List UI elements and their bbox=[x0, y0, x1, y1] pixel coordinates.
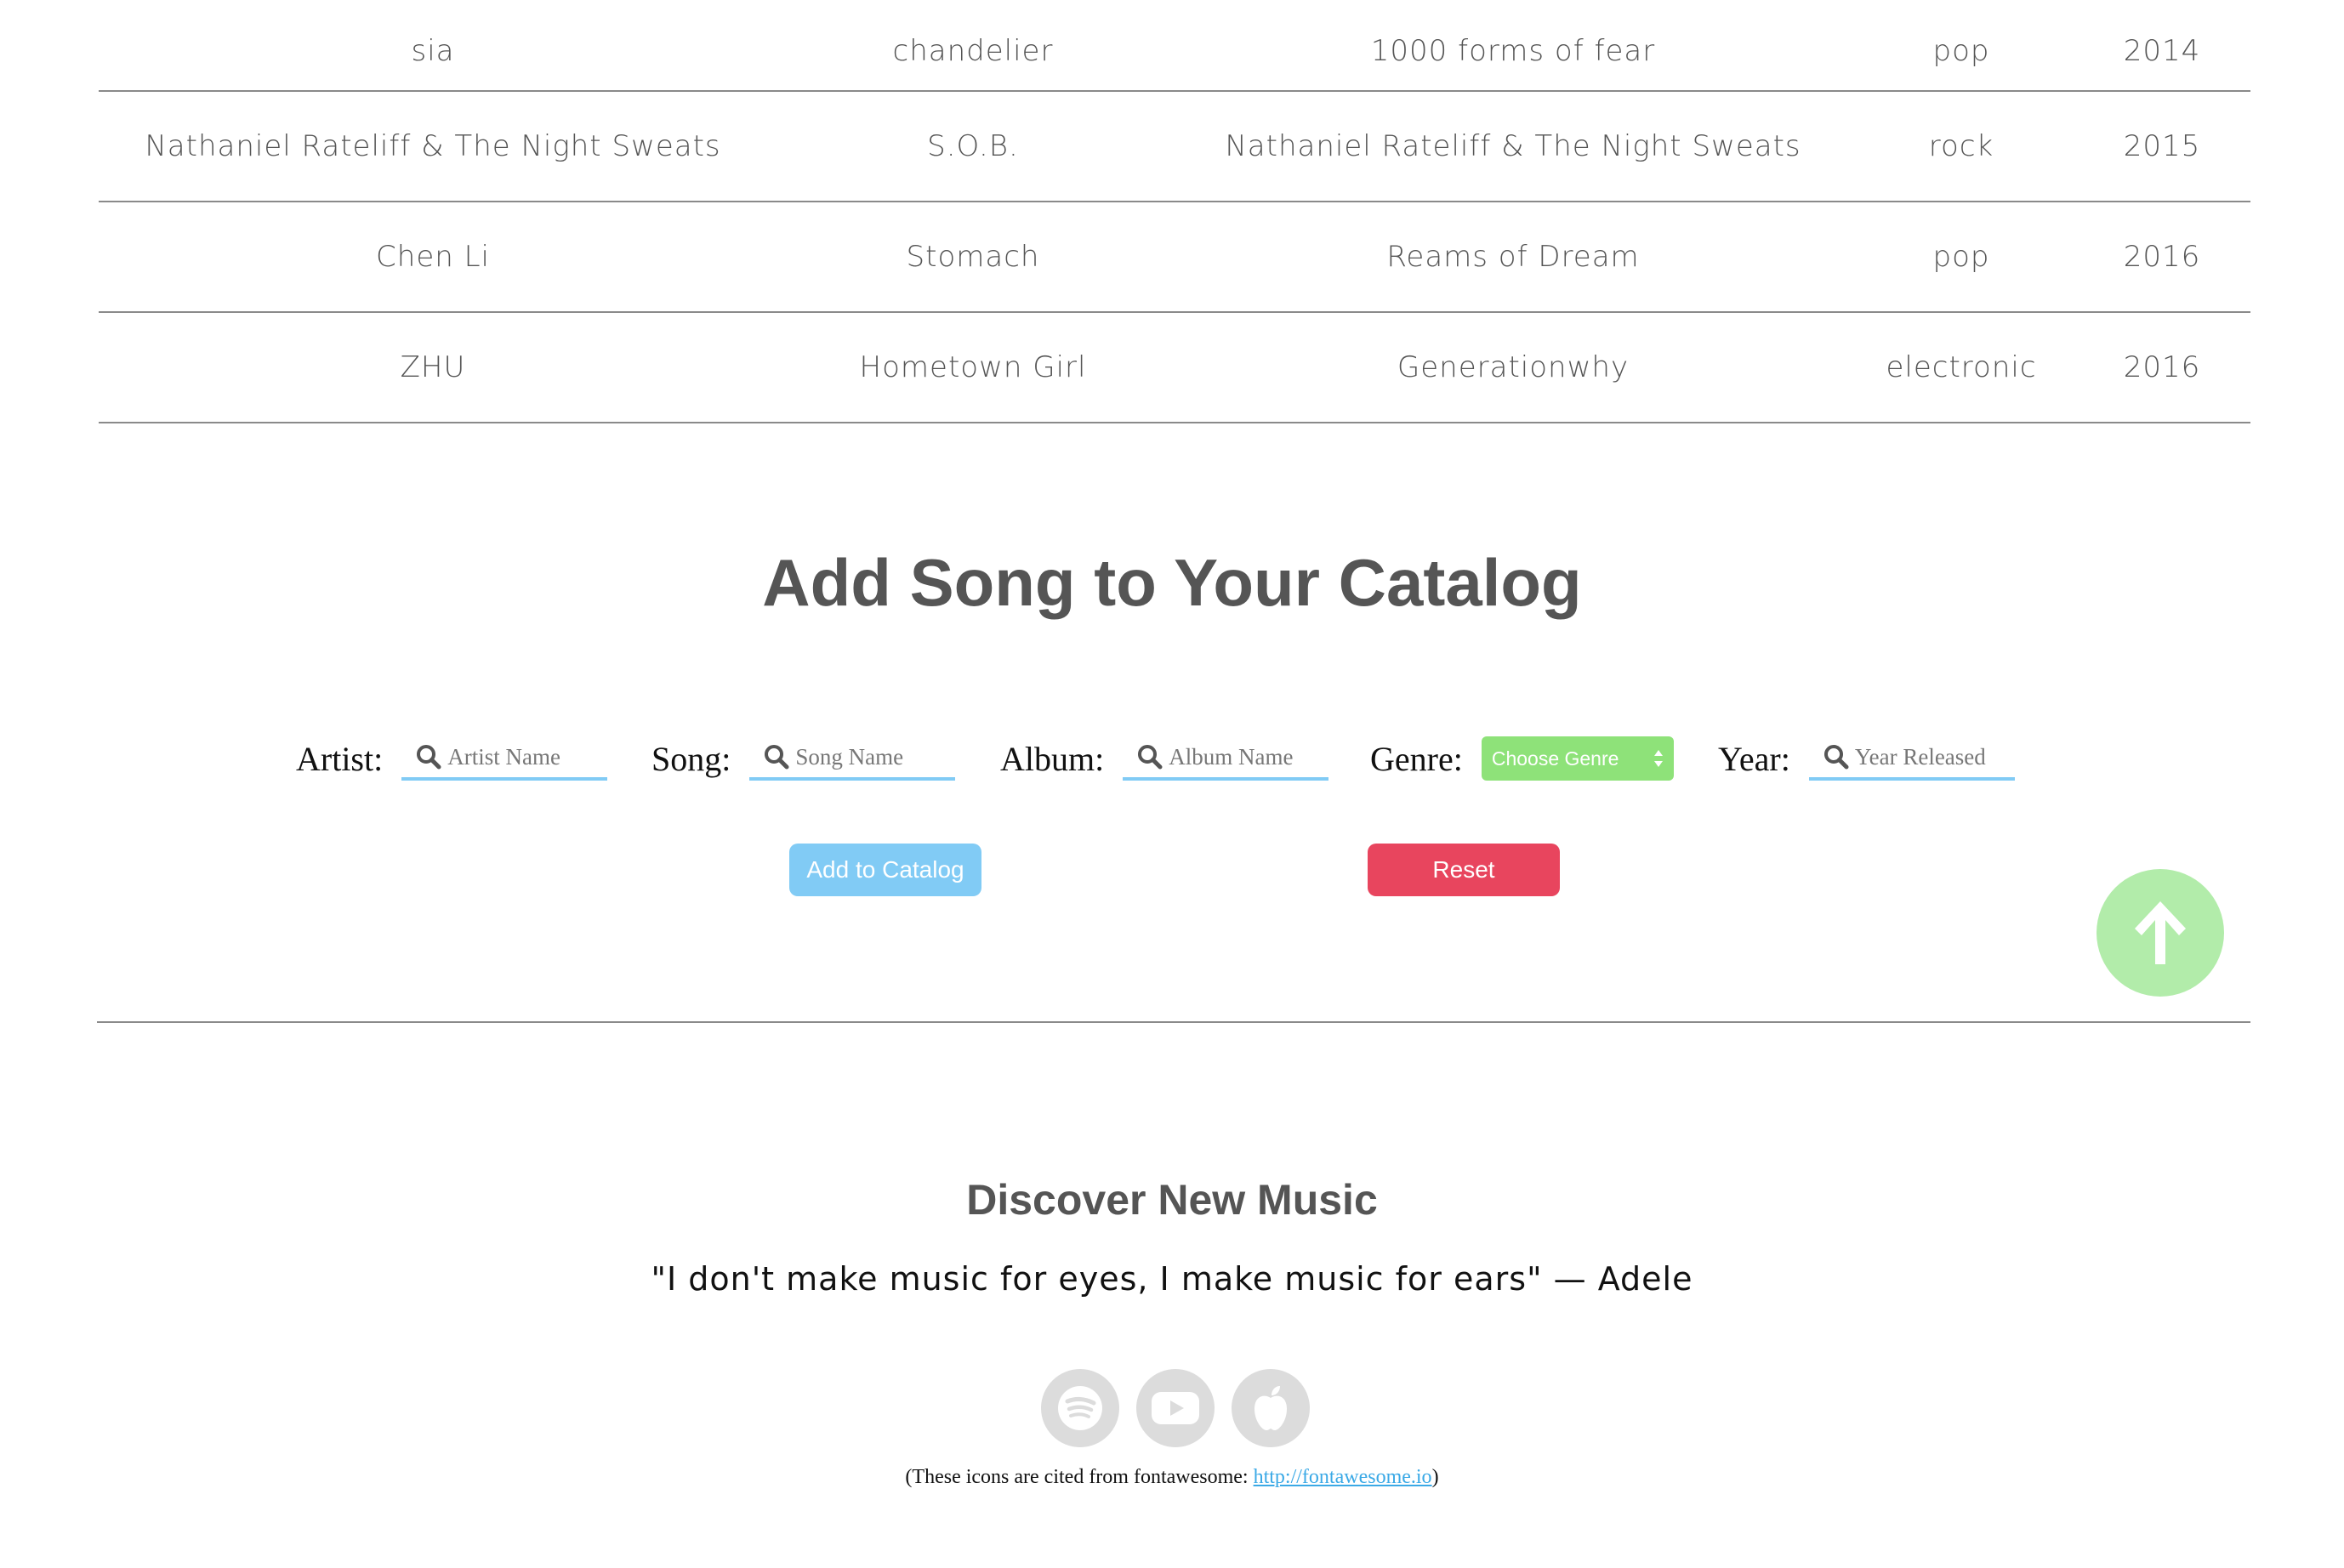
youtube-icon[interactable] bbox=[1136, 1369, 1215, 1447]
table-row: ZHU Hometown Girl Generationwhy electron… bbox=[99, 313, 2250, 423]
artist-cell: sia bbox=[411, 34, 455, 68]
album-input[interactable] bbox=[1165, 740, 1331, 774]
spotify-icon[interactable] bbox=[1041, 1369, 1119, 1447]
genre-cell: electronic bbox=[1886, 350, 2037, 384]
genre-cell: pop bbox=[1932, 240, 1990, 274]
fontawesome-link[interactable]: http://fontawesome.io bbox=[1254, 1466, 1432, 1488]
album-cell: 1000 forms of fear bbox=[1370, 34, 1656, 68]
arrow-up-icon bbox=[2135, 901, 2186, 964]
artist-field: Artist: bbox=[296, 733, 610, 784]
social-icons bbox=[1041, 1369, 1310, 1447]
genre-select-value: Choose Genre bbox=[1491, 747, 1619, 770]
genre-label: Genre: bbox=[1370, 739, 1463, 778]
quote: "I don't make music for eyes, I make mus… bbox=[651, 1260, 1693, 1298]
artist-label: Artist: bbox=[296, 739, 384, 778]
table-row: sia chandelier 1000 forms of fear pop 20… bbox=[99, 0, 2250, 92]
add-song-form: Artist: Song: Album: bbox=[0, 733, 2344, 784]
spotify-glyph bbox=[1058, 1386, 1102, 1430]
search-icon bbox=[417, 745, 441, 770]
add-song-title: Add Song to Your Catalog bbox=[762, 545, 1582, 620]
credit-suffix: ) bbox=[1431, 1466, 1439, 1488]
genre-cell: pop bbox=[1932, 34, 1990, 68]
apple-glyph bbox=[1254, 1386, 1287, 1430]
apple-icon[interactable] bbox=[1232, 1369, 1310, 1447]
artist-input[interactable] bbox=[444, 740, 610, 774]
search-icon bbox=[765, 745, 789, 770]
genre-select[interactable]: Choose Genre bbox=[1481, 736, 1674, 781]
page: sia chandelier 1000 forms of fear pop 20… bbox=[0, 0, 2344, 1568]
song-cell: Stomach bbox=[906, 240, 1040, 274]
select-arrows-icon bbox=[1653, 750, 1663, 767]
album-cell: Reams of Dream bbox=[1386, 240, 1640, 274]
song-label: Song: bbox=[651, 739, 731, 778]
album-input-wrap bbox=[1123, 736, 1331, 781]
song-cell: chandelier bbox=[892, 34, 1054, 68]
song-field: Song: bbox=[651, 733, 958, 784]
discover-title: Discover New Music bbox=[966, 1176, 1378, 1224]
year-cell: 2015 bbox=[2123, 129, 2201, 163]
table-row: Nathaniel Rateliff & The Night Sweats S.… bbox=[99, 92, 2250, 202]
search-icon bbox=[1138, 745, 1163, 770]
credit-prefix: (These icons are cited from fontawesome: bbox=[905, 1466, 1254, 1488]
artist-cell: Chen Li bbox=[376, 240, 490, 274]
search-icon bbox=[1823, 745, 1849, 770]
year-cell: 2014 bbox=[2123, 34, 2201, 68]
album-field: Album: bbox=[1000, 733, 1331, 784]
album-cell: Nathaniel Rateliff & The Night Sweats bbox=[1225, 129, 1801, 163]
genre-cell: rock bbox=[1928, 129, 1994, 163]
section-divider bbox=[97, 1021, 2250, 1023]
song-input-wrap bbox=[749, 736, 958, 781]
album-cell: Generationwhy bbox=[1397, 350, 1630, 384]
year-label: Year: bbox=[1718, 739, 1790, 778]
scroll-to-top-button[interactable] bbox=[2097, 869, 2224, 997]
youtube-glyph bbox=[1152, 1392, 1199, 1424]
song-cell: S.O.B. bbox=[927, 129, 1019, 163]
genre-field: Genre: Choose Genre bbox=[1370, 733, 1674, 784]
album-label: Album: bbox=[1000, 739, 1105, 778]
artist-cell: ZHU bbox=[400, 350, 466, 384]
year-cell: 2016 bbox=[2123, 240, 2201, 274]
reset-button[interactable]: Reset bbox=[1368, 844, 1560, 896]
year-input-wrap bbox=[1808, 736, 2017, 781]
year-input[interactable] bbox=[1851, 740, 2017, 774]
table-row: Chen Li Stomach Reams of Dream pop 2016 bbox=[99, 202, 2250, 313]
artist-cell: Nathaniel Rateliff & The Night Sweats bbox=[145, 129, 721, 163]
year-field: Year: bbox=[1718, 733, 2017, 784]
year-cell: 2016 bbox=[2123, 350, 2201, 384]
song-cell: Hometown Girl bbox=[859, 350, 1087, 384]
song-input[interactable] bbox=[792, 740, 958, 774]
icon-credit: (These icons are cited from fontawesome:… bbox=[0, 1466, 2344, 1489]
artist-input-wrap bbox=[401, 736, 610, 781]
songs-table: sia chandelier 1000 forms of fear pop 20… bbox=[99, 0, 2250, 423]
add-to-catalog-button[interactable]: Add to Catalog bbox=[789, 844, 981, 896]
